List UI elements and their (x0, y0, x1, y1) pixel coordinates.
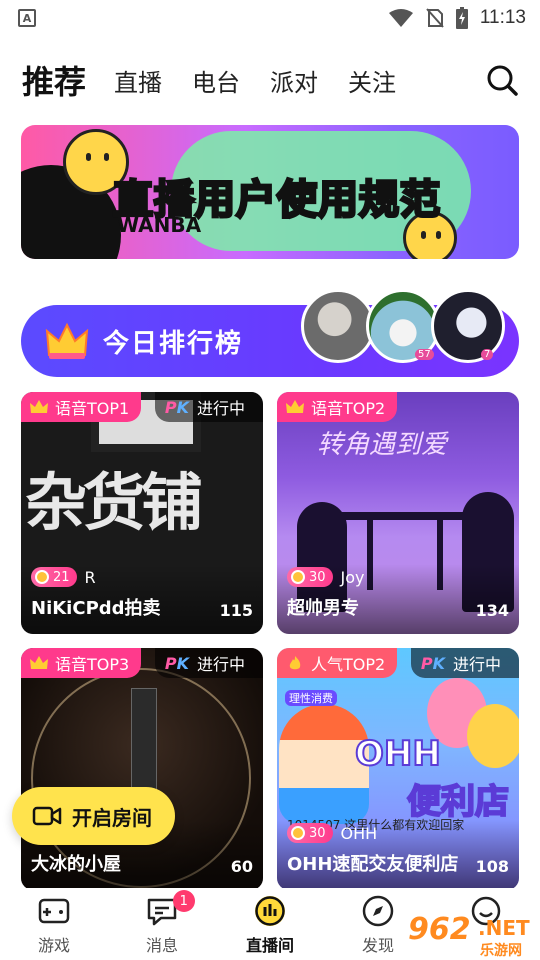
crown-icon (30, 400, 48, 413)
rank-tag: 语音TOP3 (21, 648, 142, 678)
rank-tag: 语音TOP2 (277, 392, 398, 422)
cover-text: 杂货铺 (25, 466, 203, 539)
pk-status: PK 进行中 (154, 392, 263, 422)
ranking-avatar-1[interactable] (301, 289, 375, 363)
room-card[interactable]: 杂货铺 语音TOP1 PK 进行中 21 R NiKiCPdd拍卖 115 (21, 392, 263, 634)
pk-status: PK 进行中 (154, 648, 263, 678)
host-info: 30 Joy (287, 566, 365, 588)
host-info: 30 OHH (287, 822, 377, 844)
site-watermark: 962 .NET 乐游网 (408, 912, 530, 959)
top-tab-bar: 推荐 直播 电台 派对 关注 (0, 50, 540, 110)
live-room-icon (255, 896, 285, 926)
search-icon[interactable] (486, 64, 518, 96)
room-title: 超帅男专 (287, 598, 359, 619)
host-info: 21 R (31, 566, 96, 588)
cover-text: OHH (354, 733, 442, 775)
cover-small-text: 理性消费 (285, 690, 337, 706)
room-title: NiKiCPdd拍卖 (31, 598, 161, 619)
host-name: Joy (340, 567, 365, 587)
viewer-count: 115 (219, 601, 253, 620)
nav-live-room[interactable]: 直播间 (216, 888, 324, 960)
host-name: R (84, 567, 96, 587)
pk-status: PK 进行中 (410, 648, 519, 678)
pk-icon: PK (164, 653, 189, 673)
rank-tag: 语音TOP1 (21, 392, 142, 422)
crown-icon (45, 322, 89, 359)
battery-charging-icon (455, 7, 468, 29)
tab-live[interactable]: 直播 (114, 63, 162, 98)
ranking-avatar-3[interactable] (431, 289, 505, 363)
viewer-count: 108 (475, 857, 509, 876)
fire-icon (289, 656, 301, 670)
nav-games[interactable]: 游戏 (0, 888, 108, 960)
ranking-level-badge: 57 (415, 349, 434, 360)
crown-icon (30, 656, 48, 669)
wifi-icon (388, 9, 413, 27)
level-badge: 30 (287, 567, 333, 587)
accessibility-icon: A (18, 9, 36, 27)
no-sim-icon (426, 8, 444, 28)
host-name: OHH (340, 823, 378, 843)
promo-banner[interactable]: 直播用户使用规范 WANBA (21, 125, 519, 259)
tab-radio[interactable]: 电台 (192, 63, 240, 98)
crown-icon (286, 400, 304, 413)
banner-brand: WANBA (117, 213, 202, 237)
tab-recommend[interactable]: 推荐 (22, 57, 86, 103)
room-card[interactable]: 理性消费 OHH 便利店 1014507 这里什么都有欢迎回家 人气TOP2 P… (277, 648, 519, 890)
clock: 11:13 (479, 7, 526, 28)
room-card[interactable]: 转角遇到爱 语音TOP2 30 Joy 超帅男专 134 (277, 392, 519, 634)
compass-icon (362, 895, 394, 927)
pk-icon: PK (164, 397, 189, 417)
rank-tag: 人气TOP2 (277, 648, 398, 678)
unread-badge: 1 (172, 890, 195, 912)
tab-follow[interactable]: 关注 (348, 63, 396, 98)
open-room-button[interactable]: 开启房间 (12, 787, 175, 845)
pk-icon: PK (420, 653, 445, 673)
level-badge: 30 (287, 823, 333, 843)
room-card[interactable]: 不凡 语音TOP3 PK 进行中 大冰的小屋 60 (21, 648, 263, 890)
ranking-level-badge: 7 (481, 349, 494, 360)
tab-party[interactable]: 派对 (270, 63, 318, 98)
viewer-count: 60 (230, 857, 253, 876)
cover-text: 转角遇到爱 (317, 430, 448, 460)
gamepad-icon (38, 898, 70, 924)
nav-messages[interactable]: 1 消息 (108, 888, 216, 960)
room-title: 大冰的小屋 (31, 854, 121, 875)
viewer-count: 134 (475, 601, 509, 620)
status-bar: A 11:13 (0, 0, 540, 36)
daily-ranking-bar[interactable]: 今日排行榜 57 7 (21, 289, 519, 377)
video-camera-icon (32, 806, 62, 826)
room-title: OHH速配交友便利店 (287, 854, 459, 875)
level-badge: 21 (31, 567, 77, 587)
open-room-label: 开启房间 (72, 805, 152, 830)
ranking-label: 今日排行榜 (103, 329, 244, 359)
